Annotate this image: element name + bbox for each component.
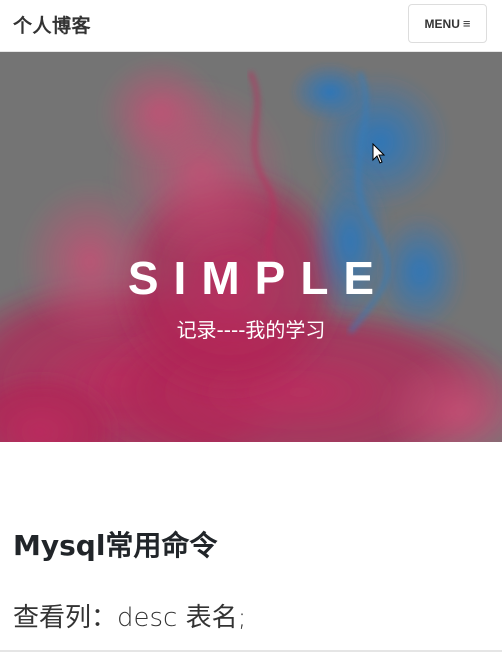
hero-banner: SIMPLE 记录----我的学习 <box>0 52 502 442</box>
menu-button[interactable]: MENU ≡ <box>408 4 487 43</box>
ink-smoke-background <box>0 52 502 442</box>
menu-button-label: MENU <box>424 16 460 31</box>
mouse-pointer-icon <box>372 143 386 164</box>
top-navbar: 个人博客 MENU ≡ <box>0 0 502 52</box>
post-content-line: 查看列：desc 表名; <box>13 603 247 633</box>
hero-subtitle: 记录----我的学习 <box>176 318 326 342</box>
site-brand[interactable]: 个人博客 <box>13 11 91 38</box>
hero-title: SIMPLE <box>127 252 390 304</box>
post-title[interactable]: Mysql常用命令 <box>13 524 217 568</box>
hamburger-icon: ≡ <box>462 16 471 31</box>
